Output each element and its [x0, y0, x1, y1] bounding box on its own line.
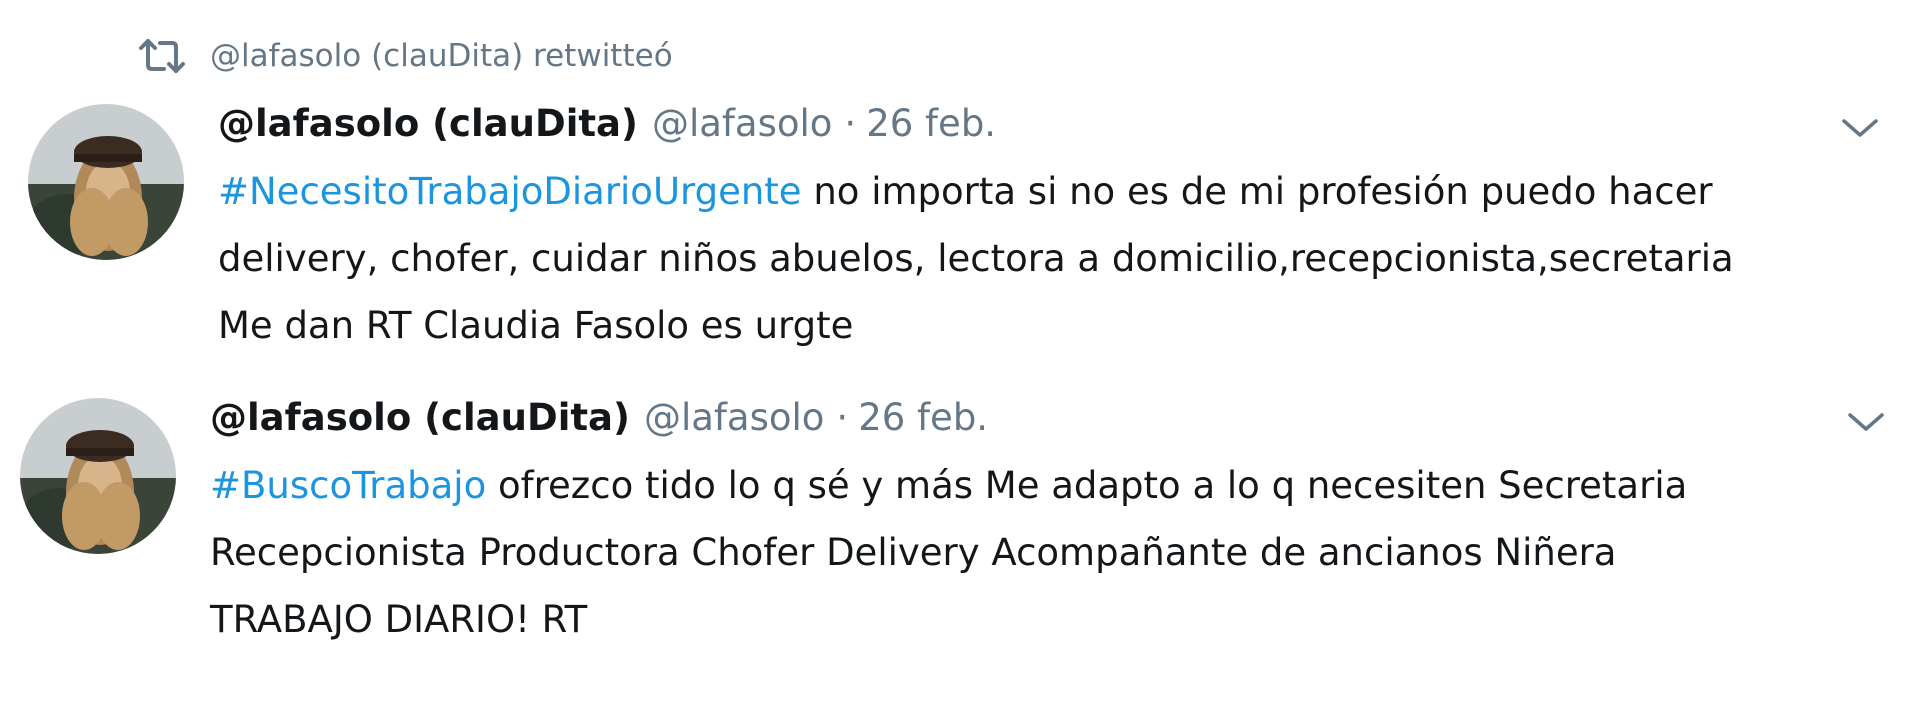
separator-dot: ·: [836, 396, 849, 439]
avatar[interactable]: [28, 104, 184, 260]
hashtag-link[interactable]: #BuscoTrabajo: [210, 464, 486, 507]
tweet-line-3: TRABAJO DIARIO! RT: [210, 598, 588, 641]
retweet-icon: [139, 39, 185, 73]
tweet-text-segment: ofrezco tido lo q sé y más Me adapto a l…: [486, 464, 1688, 507]
tweet-header: @lafasolo (clauDita) @lafasolo · 26 feb.: [210, 396, 988, 439]
avatar-photo: [28, 104, 184, 260]
tweet-text-segment: no importa si no es de mi profesión pued…: [801, 170, 1713, 213]
retweet-context-text: @lafasolo (clauDita) retwitteó: [210, 38, 673, 74]
tweet-line-1: #BuscoTrabajo ofrezco tido lo q sé y más…: [210, 452, 1910, 519]
tweet-text: #BuscoTrabajo ofrezco tido lo q sé y más…: [210, 452, 1910, 653]
retweet-context: @lafasolo (clauDita) retwitteó: [138, 34, 673, 78]
handle[interactable]: @lafasolo: [652, 102, 832, 145]
tweet-header: @lafasolo (clauDita) @lafasolo · 26 feb.: [218, 102, 996, 145]
tweet-date[interactable]: 26 feb.: [866, 102, 996, 145]
separator-dot: ·: [844, 102, 857, 145]
handle[interactable]: @lafasolo: [644, 396, 824, 439]
avatar[interactable]: [20, 398, 176, 554]
chevron-down-icon[interactable]: [1844, 408, 1888, 436]
display-name[interactable]: @lafasolo (clauDita): [210, 396, 630, 439]
avatar-photo: [20, 398, 176, 554]
tweet-line-2: Recepcionista Productora Chofer Delivery…: [210, 531, 1617, 574]
hashtag-link[interactable]: #NecesitoTrabajoDiarioUrgente: [218, 170, 802, 213]
tweet-date[interactable]: 26 feb.: [858, 396, 988, 439]
display-name[interactable]: @lafasolo (clauDita): [218, 102, 638, 145]
tweet-line-3: Me dan RT Claudia Fasolo es urgte: [218, 304, 854, 347]
tweet-line-1: #NecesitoTrabajoDiarioUrgente no importa…: [218, 158, 1918, 225]
chevron-down-icon[interactable]: [1838, 114, 1882, 142]
tweet-line-2: delivery, chofer, cuidar niños abuelos, …: [218, 237, 1734, 280]
tweet-text: #NecesitoTrabajoDiarioUrgente no importa…: [218, 158, 1918, 359]
